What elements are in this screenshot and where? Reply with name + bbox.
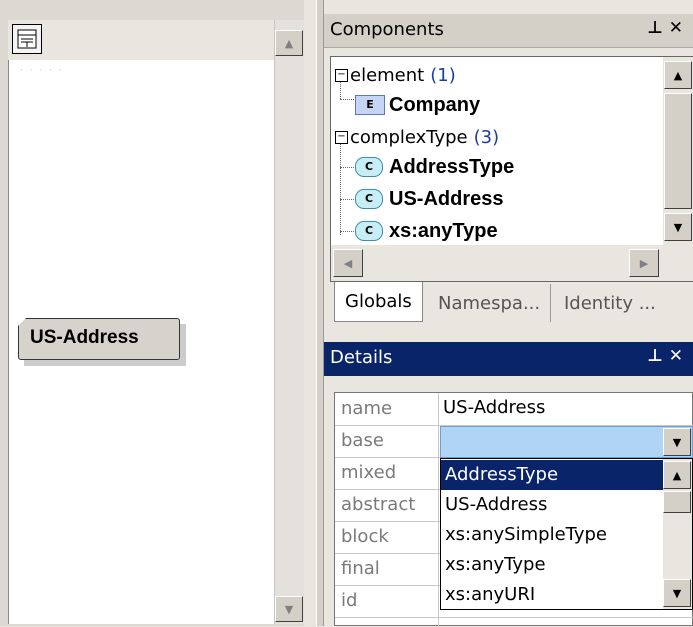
components-vertical-scrollbar[interactable]: ▲ ▼ — [663, 57, 693, 245]
base-dropdown-list[interactable]: AddressType US-Address xs:anySimpleType … — [440, 458, 693, 610]
base-dropdown-button[interactable]: ▼ — [663, 428, 691, 456]
scroll-thumb[interactable] — [663, 491, 691, 513]
tree-item-label: US-Address — [389, 187, 504, 210]
close-icon[interactable]: ✕ — [669, 18, 689, 38]
dropdown-option[interactable]: US-Address — [441, 490, 663, 520]
tree-item-count: (1) — [430, 64, 456, 86]
property-label: base — [341, 430, 384, 451]
design-vertical-scrollbar[interactable]: ▲ ▼ — [274, 20, 304, 624]
complextype-icon: C — [355, 221, 383, 241]
collapse-icon[interactable]: − — [335, 130, 348, 144]
node-label: US-Address — [30, 327, 139, 348]
tree-item-label: element — [350, 64, 425, 86]
property-label: name — [341, 398, 393, 419]
property-value[interactable]: US-Address — [443, 397, 545, 418]
show-globals-button[interactable] — [12, 24, 42, 54]
details-titlebar: Details ⊥✕ — [324, 342, 693, 376]
components-titlebar: Components ⊥✕ — [324, 14, 693, 48]
tree-item-company[interactable]: E Company — [355, 90, 480, 120]
column-divider — [438, 393, 439, 627]
tree-item-count: (3) — [473, 126, 500, 148]
scroll-thumb[interactable] — [664, 93, 692, 209]
tab-globals[interactable]: Globals — [334, 282, 423, 322]
scroll-up-button[interactable]: ▲ — [275, 30, 303, 56]
tab-namespaces[interactable]: Namespa... — [428, 284, 552, 322]
dropdown-option[interactable]: AddressType — [441, 460, 663, 490]
scroll-down-button[interactable]: ▼ — [275, 596, 303, 622]
property-label: final — [341, 558, 380, 579]
scroll-left-button[interactable]: ◀ — [333, 249, 363, 277]
close-icon[interactable]: ✕ — [669, 346, 689, 366]
dropdown-scrollbar[interactable]: ▲ ▼ — [663, 459, 692, 609]
tree-item-addresstype[interactable]: C AddressType — [355, 152, 514, 182]
property-label: abstract — [341, 494, 416, 515]
components-window-controls: ⊥✕ — [647, 18, 689, 38]
pin-icon[interactable]: ⊥ — [647, 346, 669, 366]
complextype-icon: C — [355, 189, 383, 209]
scroll-down-button[interactable]: ▼ — [663, 579, 691, 607]
dropdown-option[interactable]: xs:anyURI — [441, 580, 663, 610]
tree-item-label: Company — [389, 93, 481, 116]
tree-item-xs-anytype[interactable]: C xs:anyType — [355, 216, 498, 246]
components-title: Components — [330, 19, 444, 40]
components-horizontal-scrollbar[interactable]: ◀ ▶ — [331, 245, 693, 281]
element-icon: E — [355, 95, 385, 115]
tab-identity[interactable]: Identity ... — [554, 284, 666, 322]
design-pane-edge — [304, 0, 316, 626]
components-tabs: Globals Namespa... Identity ... — [324, 282, 693, 324]
property-label: mixed — [341, 462, 397, 483]
tree-item-us-address[interactable]: C US-Address — [355, 184, 503, 214]
property-label: block — [341, 526, 389, 547]
property-row-name[interactable]: name US-Address — [335, 393, 693, 426]
tree-item-element[interactable]: − element (1) — [335, 60, 456, 90]
scroll-down-button[interactable]: ▼ — [664, 213, 692, 241]
dropdown-option[interactable]: xs:anySimpleType — [441, 520, 663, 550]
tree-item-label: AddressType — [389, 155, 515, 178]
base-combobox[interactable] — [440, 426, 693, 458]
tree-item-label: complexType — [350, 126, 468, 148]
property-label: id — [341, 590, 358, 611]
scroll-up-button[interactable]: ▲ — [664, 61, 692, 89]
pin-icon[interactable]: ⊥ — [647, 18, 669, 38]
dropdown-option[interactable]: xs:anyType — [441, 550, 663, 580]
scroll-right-button[interactable]: ▶ — [629, 249, 659, 277]
scroll-up-button[interactable]: ▲ — [663, 461, 691, 489]
tree-item-complextype[interactable]: − complexType (3) — [335, 122, 499, 152]
tree-item-label: xs:anyType — [389, 219, 498, 242]
complextype-icon: C — [355, 157, 383, 177]
design-toolbar — [8, 20, 313, 60]
details-title: Details — [330, 347, 393, 368]
details-window-controls: ⊥✕ — [647, 346, 689, 366]
pane-splitter[interactable] — [316, 0, 324, 626]
collapse-icon[interactable]: − — [335, 68, 348, 82]
globals-icon — [17, 29, 37, 49]
decorative-dots: · · · · · — [20, 66, 64, 76]
